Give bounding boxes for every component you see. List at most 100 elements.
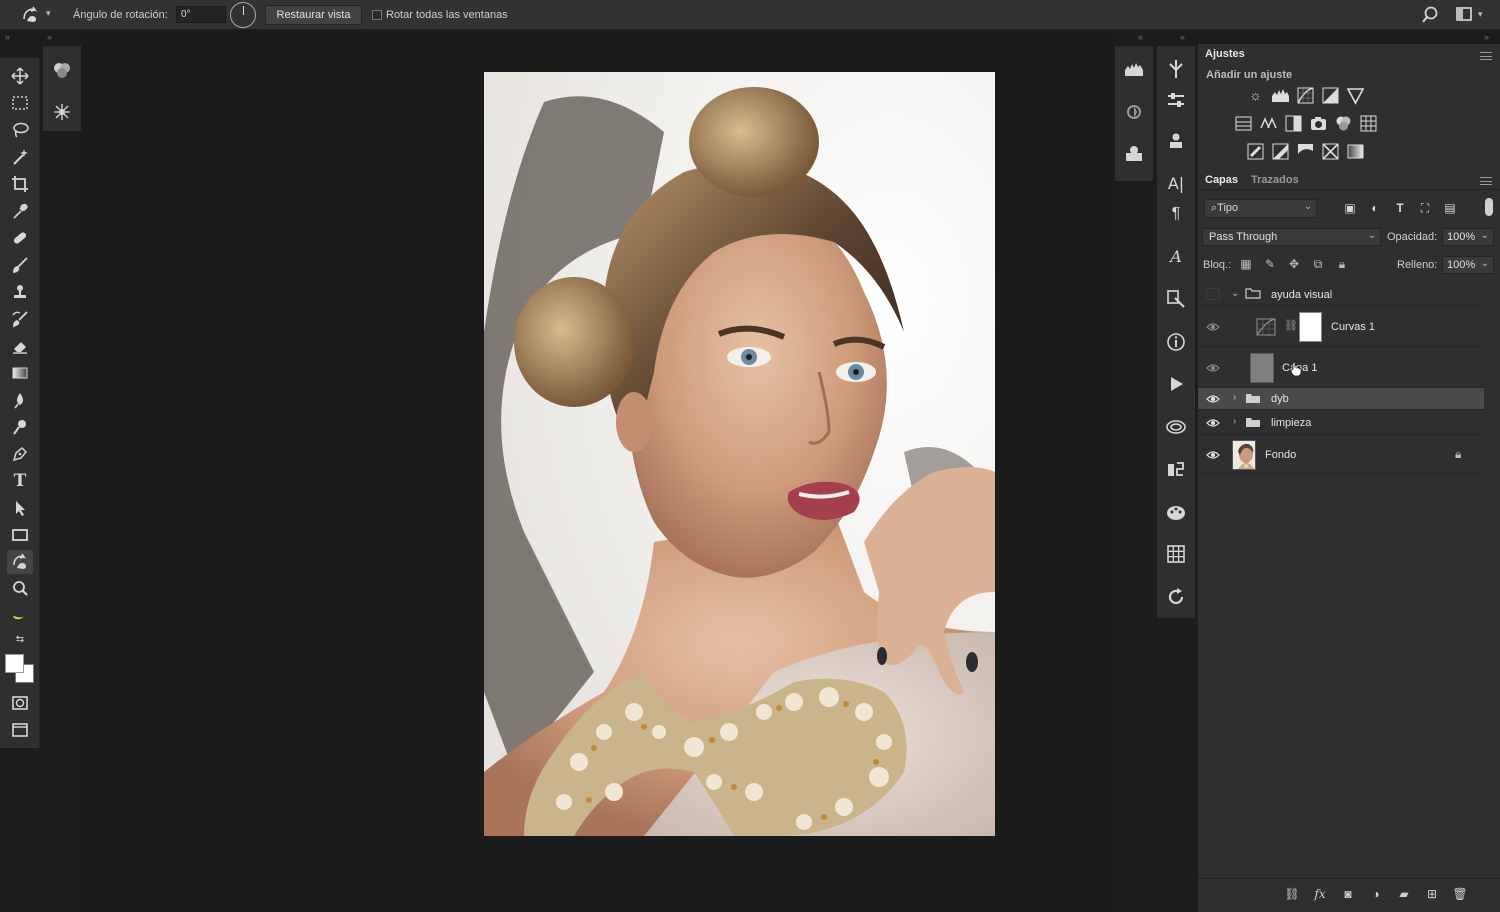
vibrance-icon[interactable]: [1346, 86, 1365, 105]
hue-saturation-icon[interactable]: [1234, 114, 1253, 133]
chevron-right-icon[interactable]: ›: [1233, 392, 1236, 403]
pixel-layer-filter-icon[interactable]: ▣: [1342, 200, 1358, 216]
curves-icon[interactable]: [1296, 86, 1315, 105]
filter-toggle-switch[interactable]: [1485, 198, 1493, 216]
brush-settings-icon[interactable]: [52, 102, 72, 122]
collapse-panels-icon[interactable]: »: [1484, 32, 1489, 44]
actions-play-icon[interactable]: [1165, 373, 1187, 395]
info-icon[interactable]: [1165, 331, 1187, 353]
gradient-tool-icon[interactable]: [7, 361, 33, 385]
tab-trazados[interactable]: Trazados: [1251, 174, 1299, 186]
posterize-icon[interactable]: [1271, 142, 1290, 161]
layer-filter-select[interactable]: ⌕Tipo ⌄: [1204, 199, 1317, 218]
layer-name[interactable]: dyb: [1271, 393, 1289, 405]
eyedropper-tool-icon[interactable]: [7, 199, 33, 223]
glyphs-icon[interactable]: A: [1165, 246, 1187, 268]
character-icon[interactable]: A|: [1165, 173, 1187, 195]
navigator-icon[interactable]: [1123, 101, 1145, 123]
collapse-dock-icon[interactable]: «: [1180, 32, 1185, 44]
paragraph-icon[interactable]: ¶: [1165, 203, 1187, 225]
rectangle-tool-icon[interactable]: [7, 523, 33, 547]
layer-row-dyb[interactable]: › dyb: [1198, 388, 1484, 410]
opacity-input[interactable]: 100% ⌄: [1442, 228, 1494, 246]
lasso-tool-icon[interactable]: [7, 118, 33, 142]
layer-row-capa-1[interactable]: Capa 1: [1198, 348, 1484, 388]
eraser-tool-icon[interactable]: [7, 334, 33, 358]
visibility-toggle-empty[interactable]: [1206, 288, 1220, 300]
healing-brush-tool-icon[interactable]: [7, 226, 33, 250]
selective-color-icon[interactable]: [1321, 142, 1340, 161]
adjustments-panel-title[interactable]: Ajustes: [1205, 48, 1245, 60]
channel-mixer-icon[interactable]: [1334, 114, 1353, 133]
lock-all-icon[interactable]: 🔒︎: [1334, 256, 1350, 272]
panel-menu-icon[interactable]: [1480, 177, 1492, 185]
dodge-tool-icon[interactable]: [7, 415, 33, 439]
fill-input[interactable]: 100% ⌄: [1442, 256, 1494, 274]
lock-pixels-icon[interactable]: ✎: [1262, 256, 1278, 272]
new-group-icon[interactable]: ▰: [1396, 886, 1412, 902]
screen-mode-icon[interactable]: [7, 718, 33, 742]
adjustment-layer-filter-icon[interactable]: ◐: [1367, 200, 1383, 216]
layer-row-fondo[interactable]: Fondo 🔒︎: [1198, 436, 1484, 474]
color-balance-icon[interactable]: [1259, 114, 1278, 133]
swap-colors-icon[interactable]: ⇆: [7, 632, 33, 646]
collapse-toolbar-icon[interactable]: »: [5, 32, 10, 44]
eye-icon[interactable]: [1206, 363, 1220, 373]
paths-icon[interactable]: [1165, 58, 1187, 80]
layer-style-fx-icon[interactable]: fx: [1312, 886, 1328, 902]
workspace-switcher-icon[interactable]: [1456, 7, 1472, 21]
libraries-icon[interactable]: [1165, 416, 1187, 438]
collapse-dock-icon[interactable]: «: [1138, 32, 1143, 44]
tool-presets-icon[interactable]: [1165, 288, 1187, 310]
layer-name[interactable]: Fondo: [1265, 449, 1296, 461]
add-mask-icon[interactable]: ◙: [1340, 886, 1356, 902]
layer-row-limpieza[interactable]: › limpieza: [1198, 411, 1484, 435]
panel-menu-icon[interactable]: [1480, 52, 1492, 60]
history-icon[interactable]: [1165, 586, 1187, 608]
grid-swatches-icon[interactable]: [1165, 543, 1187, 565]
gradient-map-icon[interactable]: [1346, 142, 1365, 161]
clone-stamp-tool-icon[interactable]: [7, 280, 33, 304]
chevron-down-icon[interactable]: ▾: [1478, 9, 1483, 20]
portrait-photo[interactable]: [484, 72, 995, 836]
color-wheel-icon[interactable]: [52, 60, 72, 80]
blur-tool-icon[interactable]: [7, 388, 33, 412]
layer-name[interactable]: ayuda visual: [1271, 289, 1332, 301]
marquee-tool-icon[interactable]: [7, 91, 33, 115]
new-layer-icon[interactable]: ⊞: [1424, 886, 1440, 902]
rotate-all-windows-checkbox[interactable]: [372, 10, 382, 20]
shape-layer-filter-icon[interactable]: ⛶: [1417, 200, 1433, 216]
restore-view-button[interactable]: Restaurar vista: [265, 5, 362, 25]
pen-tool-icon[interactable]: [7, 442, 33, 466]
path-selection-tool-icon[interactable]: [7, 496, 33, 520]
black-white-icon[interactable]: [1284, 114, 1303, 133]
eye-icon[interactable]: [1206, 322, 1220, 332]
chevron-right-icon[interactable]: ›: [1233, 416, 1236, 427]
layer-name[interactable]: limpieza: [1271, 417, 1311, 429]
exposure-icon[interactable]: [1321, 86, 1340, 105]
properties-icon[interactable]: [1165, 89, 1187, 111]
histogram-icon[interactable]: [1123, 58, 1145, 80]
type-layer-filter-icon[interactable]: T: [1392, 200, 1408, 216]
color-swatches[interactable]: [5, 654, 37, 688]
layer-mask-thumbnail[interactable]: [1299, 312, 1322, 342]
invert-icon[interactable]: [1246, 142, 1265, 161]
quick-mask-icon[interactable]: [7, 691, 33, 715]
lock-position-icon[interactable]: ✥: [1286, 256, 1302, 272]
eye-icon[interactable]: [1206, 450, 1220, 460]
layer-row-ayuda-visual[interactable]: ⌄ ayuda visual: [1198, 282, 1484, 306]
crop-tool-icon[interactable]: [7, 172, 33, 196]
delete-layer-icon[interactable]: 🗑︎: [1452, 886, 1468, 902]
layer-name[interactable]: Curvas 1: [1331, 321, 1375, 333]
swatches-palette-icon[interactable]: [1165, 501, 1187, 523]
new-adjustment-layer-icon[interactable]: ◑: [1368, 886, 1384, 902]
foreground-color-swatch[interactable]: [5, 654, 24, 673]
type-tool-icon[interactable]: T: [7, 469, 33, 493]
color-lookup-icon[interactable]: [1359, 114, 1378, 133]
levels-icon[interactable]: [1271, 86, 1290, 105]
link-layers-icon[interactable]: ⛓︎: [1284, 886, 1300, 902]
rotation-angle-input[interactable]: 0°: [176, 6, 226, 23]
magic-wand-tool-icon[interactable]: [7, 145, 33, 169]
lock-artboard-icon[interactable]: ⧉: [1310, 256, 1326, 272]
brush-tool-icon[interactable]: [7, 253, 33, 277]
